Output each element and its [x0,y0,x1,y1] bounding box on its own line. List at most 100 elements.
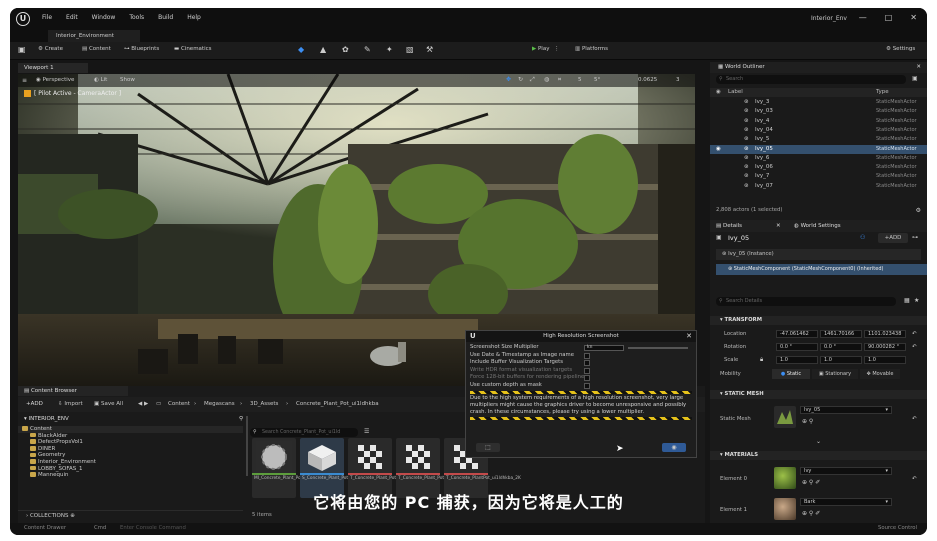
import-button[interactable]: ⇩ Import [58,401,83,407]
tree-item-interior-env[interactable]: Interior_Environment [18,459,243,466]
save-icon[interactable]: ▣ [18,45,26,54]
close-button[interactable]: ✕ [910,13,917,22]
content-drawer-button[interactable]: Content Drawer [24,525,66,531]
browse-icon[interactable]: ⊕ ⚲ ✐ [802,479,820,486]
lock-icon[interactable]: ⚇ [860,234,865,241]
static-mesh-section[interactable]: ▾ STATIC MESH [710,390,927,399]
reset-icon[interactable]: ↶ [912,344,917,350]
outliner-row[interactable]: ⊛ Ivy_03 StaticMeshActor [710,107,927,116]
surface-snap-icon[interactable]: ⌗ [558,77,561,84]
rotate-icon[interactable]: ↻ [518,76,523,83]
play-options-icon[interactable]: ⋮ [554,46,560,52]
col-type[interactable]: Type [876,88,889,97]
star-icon[interactable]: ★ [914,297,919,304]
content-browser-tab[interactable]: ▤ Content Browser [18,386,128,396]
outliner-tab[interactable]: ▦ World Outliner ✕ [710,62,927,73]
create-button[interactable]: ⚙ Create [38,46,63,52]
scale-x[interactable]: 1.0 [776,356,818,364]
tree-item-lobby-sofas[interactable]: LOBBY_SOFAS_1 [18,466,243,473]
settings-button[interactable]: ⚙ Settings [886,46,915,52]
path-3d-assets[interactable]: 3D_Assets [250,401,278,407]
timestamp-checkbox[interactable] [584,352,590,359]
tree-item-defectprops[interactable]: DefectPropsVol1 [18,439,243,446]
brush-icon[interactable]: ▧ [406,45,414,54]
hamburger-icon[interactable]: ≡ [22,77,27,84]
camera-speed-value[interactable]: 3 [676,77,680,83]
level-tab[interactable]: Interior_Environment [48,30,140,42]
close-icon[interactable]: ✕ [776,220,781,232]
hdr-checkbox[interactable] [584,367,590,374]
mesh-thumbnail[interactable] [774,406,796,428]
menu-edit[interactable]: Edit [66,14,78,21]
viewport-tab[interactable]: Viewport 1 [18,63,88,73]
size-multiplier-slider[interactable] [628,347,688,349]
details-tab[interactable]: ▤ Details [716,220,742,232]
scale-icon[interactable]: ⤢ [530,76,535,84]
menu-tools[interactable]: Tools [129,14,144,21]
menu-help[interactable]: Help [187,14,201,21]
blueprint-icon[interactable]: ⊶ [912,234,918,241]
nav-back-icon[interactable]: ◀ ▶ [138,401,148,407]
angle-snap-value[interactable]: 5° [594,77,600,83]
add-component-button[interactable]: +ADD [878,233,908,243]
console-input[interactable]: Enter Console Command [120,525,186,531]
show-button[interactable]: Show [120,77,135,83]
cinematics-button[interactable]: ▬ Cinematics [174,46,212,52]
reset-icon[interactable]: ↶ [912,476,917,482]
reset-icon[interactable]: ↶ [912,331,917,337]
ivy-material-thumb[interactable] [774,467,796,489]
minimize-button[interactable]: — [859,13,867,22]
path-content[interactable]: Content [168,401,190,407]
reset-icon[interactable]: ↶ [912,416,917,422]
save-all-button[interactable]: ▣ Save All [94,401,123,407]
outliner-row[interactable]: ⊛ Ivy_4 StaticMeshActor [710,117,927,126]
tree-item-geometry[interactable]: Geometry [18,452,243,459]
tree-item-content[interactable]: Content [18,426,243,433]
scale-snap-value[interactable]: 0.0625 [638,77,657,83]
tree-scrollbar[interactable] [246,416,248,476]
outliner-row[interactable]: ⊛ Ivy_3 StaticMeshActor [710,98,927,107]
landscape-mode-icon[interactable]: ▲ [320,45,326,54]
outliner-row[interactable]: ⊛ Ivy_07 StaticMeshActor [710,182,927,191]
mobility-stationary[interactable]: ▣ Stationary [812,369,858,379]
mobility-movable[interactable]: ✥ Movable [860,369,900,379]
size-multiplier-input[interactable]: kn [584,344,624,351]
eye-icon[interactable]: ◉ [716,145,721,154]
custom-depth-checkbox[interactable] [584,382,590,389]
lit-button[interactable]: ◐ Lit [94,77,107,83]
rotation-y[interactable]: 0.0 ° [820,343,862,351]
add-button[interactable]: +ADD [26,401,43,407]
outliner-row[interactable]: ⊛ Ivy_7 StaticMeshActor [710,172,927,181]
folder-add-icon[interactable]: ▣ [912,75,918,82]
scale-z[interactable]: 1.0 [864,356,906,364]
capture-camera-icon[interactable]: ◉ [662,443,686,452]
blueprints-button[interactable]: ⊶ Blueprints [124,46,159,52]
scale-y[interactable]: 1.0 [820,356,862,364]
fracture-icon[interactable]: ✦ [386,45,393,54]
source-control-button[interactable]: Source Control [878,525,917,531]
location-y[interactable]: 1461.70166 [820,330,862,338]
grid-view-icon[interactable]: ▦ [904,297,910,304]
region-select-icon[interactable]: ⬚ [476,443,500,452]
component-row[interactable]: ⊛ StaticMeshComponent (StaticMeshCompone… [716,264,927,275]
chevron-down-icon[interactable]: ⌄ [816,438,821,445]
platforms-button[interactable]: ▥ Platforms [575,46,608,52]
tree-root[interactable]: ▾ INTERIOR_ENV ⚲ [18,416,243,423]
rotation-z[interactable]: 90.000282 ° [864,343,906,351]
dialog-close-icon[interactable]: ✕ [686,331,692,342]
filter-icon[interactable]: ☰ [364,428,369,435]
outliner-row[interactable]: ⊛ Ivy_04 StaticMeshActor [710,126,927,135]
asset-search-box[interactable]: ⚲ Search Concrete_Plant_Pot_ui1ld [250,428,358,437]
col-label[interactable]: Label [728,88,743,97]
rotation-x[interactable]: 0.0 ° [776,343,818,351]
path-asset-folder[interactable]: Concrete_Plant_Pot_ui1ldhkba [296,401,379,407]
menu-file[interactable]: File [42,14,52,21]
element0-dropdown[interactable]: Ivy ▾ [800,467,892,475]
location-z[interactable]: 1101.023438 [864,330,906,338]
play-button[interactable]: ▶ Play [532,46,549,52]
content-button[interactable]: ▤ Content [82,46,111,52]
world-icon[interactable]: ◍ [544,76,549,83]
foliage-mode-icon[interactable]: ✿ [342,45,349,54]
transform-section[interactable]: ▾ TRANSFORM [710,316,927,325]
details-search[interactable]: ⚲ Search Details [716,297,896,306]
